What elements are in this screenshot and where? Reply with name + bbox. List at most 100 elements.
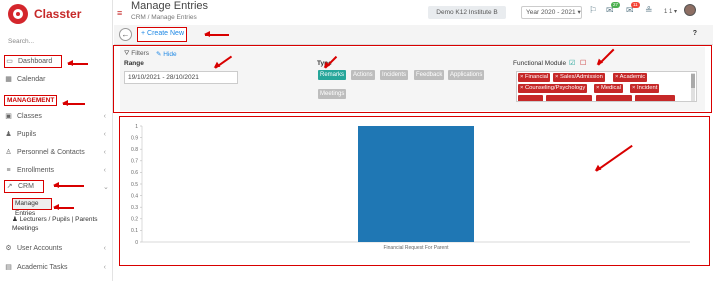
annotation-arrow: [67, 60, 88, 66]
entries-bar-chart: 0 0.1 0.2 0.3 0.4 0.5 0.6 0.7 0.8 0.9 1 Financial R…: [131, 124, 690, 251]
hamburger-menu-icon[interactable]: ≡: [117, 8, 122, 18]
type-chip-meetings[interactable]: Meetings: [318, 89, 347, 99]
fm-tag[interactable]: × Medical: [594, 84, 623, 93]
chart-panel: 0 0.1 0.2 0.3 0.4 0.5 0.6 0.7 0.8 0.9 1 Financial R…: [120, 116, 705, 265]
y-tick-label: 0.9: [131, 135, 138, 141]
sidebar-item-label: Calendar: [17, 76, 46, 83]
y-tick-label: 1: [135, 124, 138, 130]
type-chip-applications[interactable]: Applications: [448, 70, 485, 80]
fm-tag[interactable]: × Counseling/Psychology: [518, 84, 588, 93]
range-label: Range: [124, 60, 144, 67]
crm-icon: ↗: [6, 182, 13, 190]
sidebar-item-pupils[interactable]: ♟ Pupils ‹: [4, 128, 108, 141]
sidebar-subitem-manage-entries[interactable]: Manage Entries: [12, 198, 52, 217]
sidebar-item-classes[interactable]: ▣ Classes ‹: [4, 110, 108, 123]
sidebar-subitem-meetings[interactable]: ♟ Lecturers / Pupils | Parents Meetings: [12, 215, 107, 233]
chevron-left-icon: ‹: [103, 264, 106, 271]
chart-bar: [358, 126, 474, 242]
y-tick-label: 0.1: [131, 228, 138, 234]
annotation-arrow: [62, 100, 85, 106]
annotation-arrow: [53, 182, 84, 188]
sidebar-section-management: MANAGEMENT: [4, 95, 58, 106]
school-selector[interactable]: Demo K12 Institute B: [428, 6, 506, 19]
y-tick-label: 0.2: [131, 217, 138, 223]
y-tick-label: 0.8: [131, 147, 138, 153]
notification-badge: 11: [631, 2, 640, 8]
functional-module-select[interactable]: × Financial × Sales/Admission × Academic…: [516, 71, 697, 102]
calendar-icon: ▦: [5, 75, 12, 83]
avatar[interactable]: [684, 4, 696, 16]
sidebar-item-crm[interactable]: ↗ CRM: [4, 180, 44, 193]
sidebar-item-enrollments[interactable]: ≡ Enrollments ‹: [4, 164, 108, 177]
fm-tag[interactable]: × Incident: [630, 84, 660, 93]
fm-tag[interactable]: × Sales/Admission: [553, 73, 605, 82]
y-tick-label: 0.7: [131, 159, 138, 165]
fm-tag[interactable]: × Academic: [613, 73, 648, 82]
back-button[interactable]: ←: [119, 28, 132, 41]
user-menu-label[interactable]: 1 1 ▾: [664, 8, 677, 15]
fm-tag-partial[interactable]: [546, 95, 592, 101]
users-icon: ♟: [12, 216, 20, 223]
breadcrumb-item-crm[interactable]: CRM: [131, 14, 146, 21]
type-chip-remarks[interactable]: Remarks: [318, 70, 347, 80]
breadcrumb-item-current: Manage Entries: [151, 14, 197, 21]
graduation-cap-icon[interactable]: ≗: [645, 5, 653, 16]
brand-name: Classter: [34, 7, 82, 21]
fm-tag-partial[interactable]: [518, 95, 543, 101]
sidebar-item-label: Academic Tasks: [17, 264, 68, 271]
deselect-all-icon[interactable]: ☐: [580, 60, 587, 67]
help-button[interactable]: ?: [693, 30, 697, 37]
fm-tag-partial[interactable]: [635, 95, 675, 101]
accounts-icon: ⚙: [5, 244, 12, 252]
breadcrumb-separator: /: [147, 14, 150, 21]
notification-badge: 27: [611, 2, 621, 8]
filters-panel: ⛛ Filters ✎ Hide Range 19/10/2021 - 28/1…: [120, 47, 705, 111]
y-tick-label: 0.6: [131, 170, 138, 176]
type-chip-actions[interactable]: Actions: [351, 70, 375, 80]
sidebar-item-calendar[interactable]: ▦ Calendar: [4, 73, 108, 86]
y-tick-label: 0.3: [131, 205, 138, 211]
chevron-left-icon: ‹: [103, 113, 106, 120]
chevron-left-icon: ‹: [103, 149, 106, 156]
annotation-arrow: [204, 31, 229, 37]
sidebar-item-label: User Accounts: [17, 245, 63, 252]
sidebar: Classter Search... ▭ Dashboard ▦ Calenda…: [0, 0, 113, 281]
hide-filters-link[interactable]: ✎ Hide: [156, 50, 177, 58]
classes-icon: ▣: [5, 112, 12, 120]
year-select[interactable]: Year 2020 - 2021 ▾: [521, 6, 582, 19]
sidebar-item-label: Enrollments: [17, 167, 54, 174]
app-root: Classter Search... ▭ Dashboard ▦ Calenda…: [0, 0, 713, 281]
enrollments-icon: ≡: [6, 166, 11, 174]
create-new-button[interactable]: + Create New: [137, 27, 187, 42]
sidebar-item-academic-tasks[interactable]: ▤ Academic Tasks ‹: [4, 261, 108, 274]
chevron-left-icon: ‹: [103, 245, 106, 252]
y-tick-label: 0.5: [131, 182, 138, 188]
range-input[interactable]: 19/10/2021 - 28/10/2021: [124, 71, 238, 84]
chevron-left-icon: ‹: [103, 131, 106, 138]
fm-tag-partial[interactable]: [596, 95, 632, 101]
type-chip-feedback[interactable]: Feedback: [414, 70, 445, 80]
flag-icon[interactable]: ⚐: [589, 5, 597, 16]
sidebar-item-label: Personnel & Contacts: [17, 149, 85, 156]
annotation-arrow: [53, 204, 74, 210]
sidebar-item-label: Dashboard: [18, 58, 53, 65]
sidebar-item-user-accounts[interactable]: ⚙ User Accounts ‹: [4, 242, 108, 255]
select-all-icon[interactable]: ☑: [569, 60, 576, 67]
x-tick-label: Financial Request For Parent: [383, 245, 449, 251]
sidebar-search-input[interactable]: Search...: [8, 38, 34, 45]
y-tick-label: 0.4: [131, 193, 138, 199]
brand[interactable]: Classter: [8, 4, 81, 24]
fm-scrollbar-thumb[interactable]: [691, 74, 695, 88]
sidebar-item-label: Pupils: [17, 131, 37, 138]
chevron-down-icon: ⌄: [103, 184, 109, 191]
sidebar-item-label: Classes: [17, 113, 42, 120]
filters-title: ⛛ Filters: [124, 50, 149, 58]
users-icon: ♟: [5, 130, 12, 138]
functional-module-label: Functional Module: [513, 60, 567, 67]
type-chip-incidents[interactable]: Incidents: [380, 70, 409, 80]
y-tick-label: 0: [135, 240, 138, 246]
sidebar-item-dashboard[interactable]: ▭ Dashboard: [4, 55, 62, 68]
sidebar-item-personnel[interactable]: ♙ Personnel & Contacts ‹: [4, 146, 108, 159]
tasks-icon: ▤: [5, 263, 12, 271]
fm-tag[interactable]: × Financial: [518, 73, 551, 82]
